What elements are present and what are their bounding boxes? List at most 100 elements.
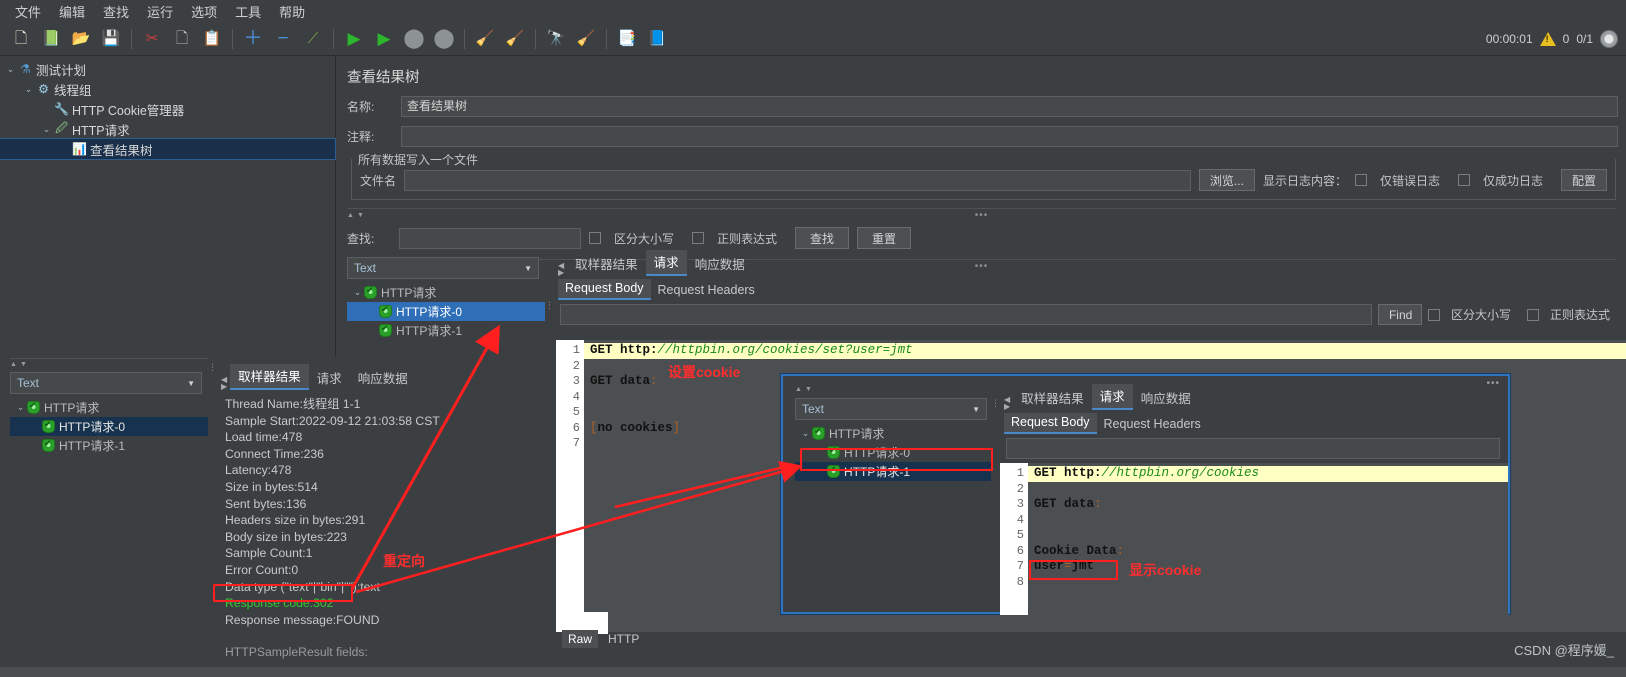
function-helper-icon[interactable]: 📑	[614, 26, 640, 52]
copy-icon[interactable]: 🗋	[169, 26, 195, 52]
bottom-results-node-http-request-0[interactable]: HTTP请求-0	[10, 417, 208, 436]
request-regex-checkbox[interactable]	[1526, 308, 1539, 321]
collapse-down-icon[interactable]: ▼	[20, 361, 27, 368]
stop-icon[interactable]: ⬤	[401, 26, 427, 52]
bottom-results-node-root[interactable]: ⌄ HTTP请求	[10, 398, 208, 417]
bottom-results-node-http-request-1[interactable]: HTTP请求-1	[10, 436, 208, 455]
toggle-icon[interactable]: ⟋	[300, 26, 326, 52]
save-icon[interactable]: 💾	[98, 26, 124, 52]
tree-node-thread-group[interactable]: ⌄ ⚙ 线程组	[0, 79, 335, 99]
chevron-down-icon[interactable]: ⌄	[351, 287, 364, 298]
results-node-http-request-0[interactable]: HTTP请求-0	[347, 302, 545, 321]
floating-results-tree[interactable]: ⌄ HTTP请求 HTTP请求-0 HTTP请求-1	[795, 424, 991, 481]
tree-node-http-request[interactable]: ⌄ 🖉 HTTP请求	[0, 119, 335, 139]
floating-node-http-request-0[interactable]: HTTP请求-0	[795, 443, 991, 462]
results-tree[interactable]: ⌄ HTTP请求 HTTP请求-0 HTTP请求-1	[347, 283, 545, 340]
test-plan-tree[interactable]: ⌄ ⚗ 测试计划 ⌄ ⚙ 线程组 🔧 HTTP Cookie管理器 ⌄ 🖉 HT…	[0, 56, 336, 356]
reset-button[interactable]: 重置	[857, 227, 912, 249]
request-find-button[interactable]: Find	[1377, 304, 1422, 325]
tree-node-test-plan[interactable]: ⌄ ⚗ 测试计划	[0, 59, 335, 79]
paste-icon[interactable]: 📋	[199, 26, 225, 52]
subtab-request-headers[interactable]: Request Headers	[1097, 415, 1208, 434]
floating-editor-code[interactable]: GET http://httpbin.org/cookies GET data:…	[1028, 463, 1508, 615]
help-icon[interactable]: 📘	[644, 26, 670, 52]
chevron-down-icon[interactable]: ▼	[972, 405, 980, 414]
tab-raw[interactable]: Raw	[562, 630, 599, 648]
start-no-pauses-icon[interactable]: ▶	[371, 26, 397, 52]
bottom-results-tree[interactable]: ⌄ HTTP请求 HTTP请求-0 HTTP请求-1	[10, 398, 208, 455]
chevron-down-icon[interactable]: ▼	[524, 264, 532, 273]
expand-all-icon[interactable]: ＋	[240, 26, 266, 52]
tab-response-data[interactable]: 响应数据	[687, 252, 753, 276]
request-find-input[interactable]	[560, 304, 1372, 325]
filename-input[interactable]	[404, 169, 1191, 191]
menu-item-file[interactable]: 文件	[6, 0, 50, 23]
reset-counter-icon[interactable]	[1600, 30, 1618, 48]
clear-all-icon[interactable]: 🧹	[502, 26, 528, 52]
bottom-render-combo[interactable]: Text ▼	[10, 372, 202, 394]
sampler-result-text[interactable]: Thread Name:线程组 1-1 Sample Start:2022-09…	[217, 396, 556, 661]
search-splitter[interactable]: ▲ ▼ •••	[347, 208, 1616, 221]
tab-request[interactable]: 请求	[1091, 384, 1133, 410]
collapse-up-icon[interactable]: ▲	[10, 361, 17, 368]
tab-response-data[interactable]: 响应数据	[1133, 386, 1199, 410]
chevron-down-icon[interactable]: ▼	[187, 379, 195, 388]
tree-node-view-results-tree[interactable]: 📊 查看结果树	[0, 138, 336, 160]
errors-only-checkbox[interactable]	[1354, 174, 1367, 186]
comment-input[interactable]	[401, 126, 1618, 147]
browse-button[interactable]: 浏览...	[1198, 169, 1255, 191]
tree-node-http-cookie-manager[interactable]: 🔧 HTTP Cookie管理器	[0, 99, 335, 119]
pane-divider-grip[interactable]: ⋮	[545, 254, 554, 356]
collapse-down-icon[interactable]: ▼	[805, 386, 812, 393]
menu-item-run[interactable]: 运行	[138, 0, 182, 23]
floating-pane-divider-grip[interactable]: ⋮	[991, 384, 1000, 612]
tab-sampler-result[interactable]: 取样器结果	[567, 252, 646, 276]
search-reset-icon[interactable]: 🧹	[573, 26, 599, 52]
collapse-down-icon[interactable]: ▼	[357, 212, 364, 219]
search-case-sensitive-checkbox[interactable]	[589, 232, 601, 244]
tab-response-data[interactable]: 响应数据	[350, 366, 416, 390]
chevron-down-icon[interactable]: ⌄	[22, 84, 35, 95]
new-icon[interactable]: 🗋	[8, 26, 34, 52]
start-icon[interactable]: ▶	[341, 26, 367, 52]
open-icon[interactable]: 📂	[68, 26, 94, 52]
bottom-splitter[interactable]: ▲ ▼	[10, 358, 208, 369]
tab-scroll-icon[interactable]: ◀ ▶	[558, 262, 564, 277]
find-button[interactable]: 查找	[795, 227, 850, 249]
tab-request[interactable]: 请求	[309, 366, 350, 390]
chevron-down-icon[interactable]: ⌄	[4, 64, 17, 75]
floating-node-root[interactable]: ⌄ HTTP请求	[795, 424, 991, 443]
subtab-request-headers[interactable]: Request Headers	[651, 281, 762, 300]
floating-splitter[interactable]: ▲ ▼	[795, 384, 991, 395]
splitter-grip[interactable]: •••	[975, 210, 989, 221]
subtab-request-body[interactable]: Request Body	[558, 279, 651, 300]
tab-scroll-icon[interactable]: ◀ ▶	[1004, 396, 1010, 411]
templates-icon[interactable]: 📗	[38, 26, 64, 52]
results-node-http-request-1[interactable]: HTTP请求-1	[347, 321, 545, 340]
tab-sampler-result[interactable]: 取样器结果	[1013, 386, 1092, 410]
tab-scroll-icon[interactable]: ◀ ▶	[221, 376, 227, 391]
tab-http[interactable]: HTTP	[602, 630, 645, 648]
success-only-checkbox[interactable]	[1457, 174, 1470, 186]
chevron-down-icon[interactable]: ⌄	[14, 402, 27, 413]
collapse-all-icon[interactable]: −	[270, 26, 296, 52]
chevron-down-icon[interactable]: ⌄	[799, 428, 812, 439]
floating-window-grip[interactable]: •••	[1486, 378, 1500, 389]
name-input[interactable]: 查看结果树	[401, 96, 1618, 117]
tab-request[interactable]: 请求	[645, 250, 687, 276]
warning-icon[interactable]	[1539, 32, 1556, 46]
menu-item-edit[interactable]: 编辑	[50, 0, 94, 23]
subtab-request-body[interactable]: Request Body	[1004, 413, 1097, 434]
tab-sampler-result[interactable]: 取样器结果	[230, 364, 309, 390]
floating-render-combo[interactable]: Text ▼	[795, 398, 987, 420]
menu-item-options[interactable]: 选项	[182, 0, 226, 23]
collapse-up-icon[interactable]: ▲	[347, 212, 354, 219]
collapse-up-icon[interactable]: ▲	[795, 386, 802, 393]
menu-item-help[interactable]: 帮助	[270, 0, 314, 23]
floating-node-http-request-1[interactable]: HTTP请求-1	[795, 462, 991, 481]
cut-icon[interactable]: ✂	[139, 26, 165, 52]
search-regex-checkbox[interactable]	[692, 232, 705, 244]
configure-button[interactable]: 配置	[1560, 169, 1607, 191]
results-node-root[interactable]: ⌄ HTTP请求	[347, 283, 545, 302]
menu-item-tools[interactable]: 工具	[226, 0, 270, 23]
